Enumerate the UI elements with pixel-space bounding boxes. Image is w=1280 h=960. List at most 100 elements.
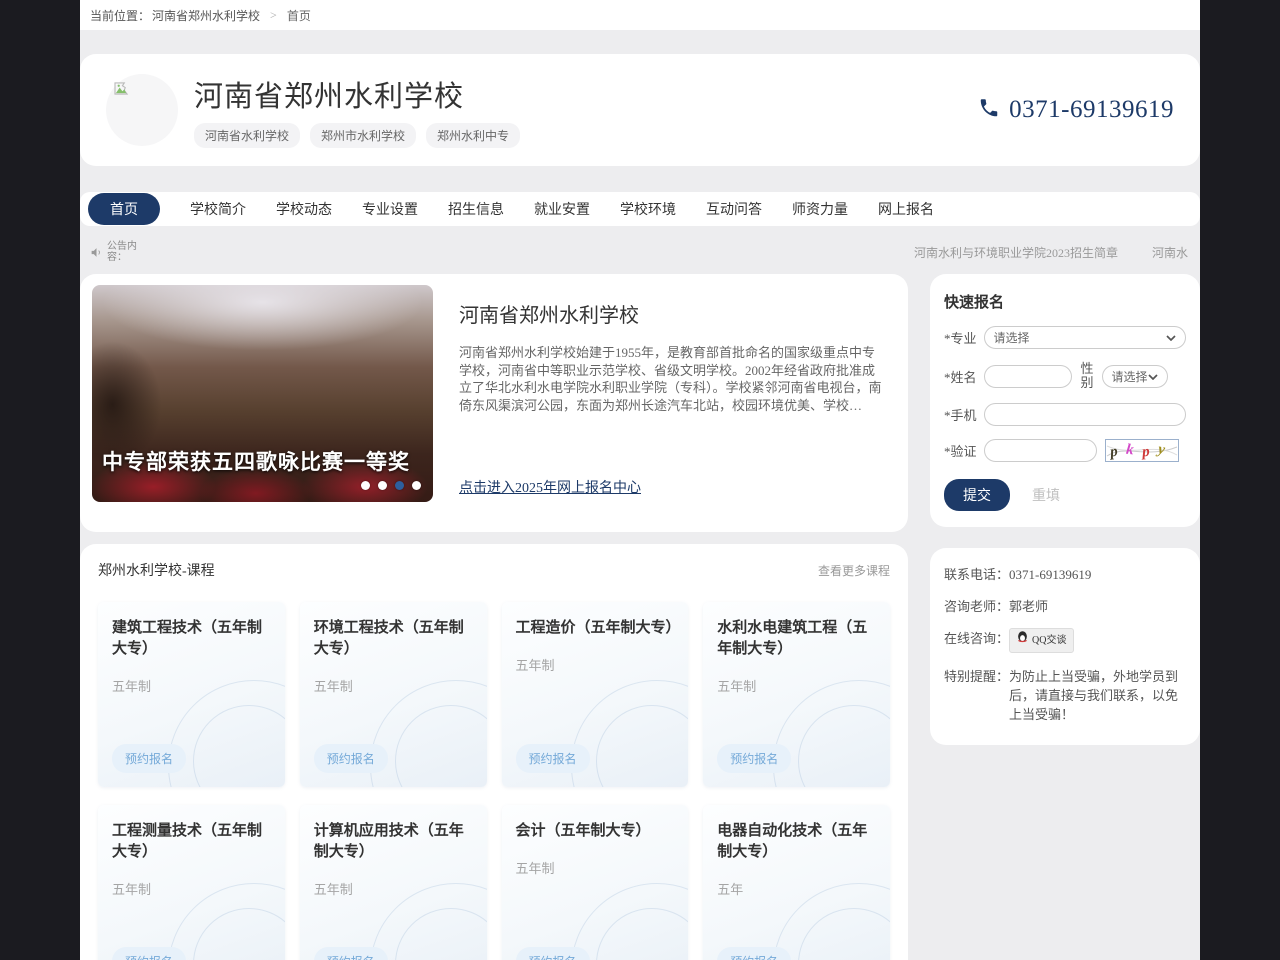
alias-tag: 郑州水利中专 [426,122,521,148]
major-label: *专业 [944,331,977,346]
mobile-input[interactable] [983,403,1186,426]
enroll-button[interactable]: 预约报名 [717,744,792,773]
gender-select[interactable]: 请选择 [1101,364,1168,388]
captcha-label: *验证 [944,444,977,459]
gender-label: 性别 [1080,361,1094,390]
breadcrumb: 当前位置： 河南省郑州水利学校 > 首页 [80,0,1200,30]
carousel-dot[interactable] [378,481,387,490]
announcement-item[interactable]: 河南水利与环境职业学院2023招生简章 [914,244,1118,261]
school-logo [106,74,178,146]
intro-card: 中专部荣获五四歌咏比赛一等奖 河南省郑州水利学校 河南省郑州水利学校始建于195… [80,274,908,532]
chevron-down-icon [1166,330,1176,345]
intro-description: 河南省郑州水利学校始建于1955年，是教育部首批命名的国家级重点中专学校，河南省… [459,345,882,413]
captcha-input[interactable] [983,439,1097,462]
course-title: 水利水电建筑工程（五年制大专） [717,620,868,657]
course-duration: 五年制 [313,882,353,897]
carousel-slide: 中专部荣获五四歌咏比赛一等奖 [92,285,433,502]
qq-chat-button[interactable]: QQ交谈 [1009,628,1075,653]
announcement-marquee: 河南水利与环境职业学院2023招生简章 河南水 [145,244,1190,261]
chevron-down-icon [1147,369,1158,384]
signup-center-link[interactable]: 点击进入2025年网上报名中心 [459,477,641,497]
nav-item-school-news[interactable]: 学校动态 [262,195,346,223]
course-card[interactable]: 工程测量技术（五年制大专） 五年制 预约报名 [98,805,285,960]
course-card[interactable]: 水利水电建筑工程（五年制大专） 五年制 预约报名 [703,602,890,787]
course-duration: 五年制 [112,679,152,694]
carousel-dot[interactable] [412,481,421,490]
page-title: 河南省郑州水利学校 [194,80,465,113]
contact-phone-value: 0371-69139619 [1009,567,1092,582]
nav-item-admissions[interactable]: 招生信息 [434,195,518,223]
course-title: 计算机应用技术（五年制大专） [313,823,464,860]
enroll-button[interactable]: 预约报名 [112,744,187,773]
submit-button[interactable]: 提交 [944,479,1010,511]
course-title: 环境工程技术（五年制大专） [313,620,464,657]
course-card[interactable]: 环境工程技术（五年制大专） 五年制 预约报名 [299,602,487,787]
course-card[interactable]: 电器自动化技术（五年制大专） 五年 预约报名 [703,805,890,960]
qq-icon [1017,631,1028,650]
contact-notice-value: 为防止上当受骗，外地学员到后，请直接与我们联系，以免上当受骗！ [1009,669,1179,722]
announcement-label: 公告内容： [107,241,137,263]
more-courses-link[interactable]: 查看更多课程 [818,562,890,579]
contact-notice-label: 特别提醒： [944,669,1010,684]
header-phone: 0371-69139619 [978,96,1174,124]
nav-item-employment[interactable]: 就业安置 [520,195,604,223]
contact-teacher-value: 郭老师 [1009,599,1049,614]
name-input[interactable] [983,364,1072,388]
enroll-button[interactable]: 预约报名 [112,947,187,960]
main-nav: 首页 学校简介 学校动态 专业设置 招生信息 就业安置 学校环境 互动问答 师资… [80,192,1200,226]
carousel-dot-active[interactable] [395,481,404,490]
phone-number: 0371-69139619 [1009,96,1174,123]
contact-phone-label: 联系电话： [944,567,1010,582]
course-card[interactable]: 计算机应用技术（五年制大专） 五年制 预约报名 [299,805,487,960]
course-duration: 五年制 [717,679,757,694]
quick-signup-card: 快速报名 *专业 请选择 *姓名 性别 请选择 *手机 *验证 p k p y … [930,274,1200,527]
nav-item-home[interactable]: 首页 [88,193,160,225]
contact-online-label: 在线咨询： [944,631,1010,646]
enroll-button[interactable]: 预约报名 [717,947,792,960]
contact-card: 联系电话： 0371-69139619 咨询老师： 郭老师 在线咨询： QQ交谈… [930,548,1200,745]
breadcrumb-prefix: 当前位置： [90,8,151,23]
nav-item-online-signup[interactable]: 网上报名 [864,195,948,223]
major-select[interactable]: 请选择 [983,326,1186,349]
course-duration: 五年制 [515,861,555,876]
school-alias-tags: 河南省水利学校 郑州市水利学校 郑州水利中专 [194,122,521,148]
carousel-dots [361,481,421,490]
carousel-dot[interactable] [361,481,370,490]
nav-item-faculty[interactable]: 师资力量 [778,195,862,223]
slide-caption: 中专部荣获五四歌咏比赛一等奖 [102,450,410,474]
reset-button[interactable]: 重填 [1026,484,1066,506]
breadcrumb-separator: > [270,7,277,22]
enroll-button[interactable]: 预约报名 [515,744,590,773]
quick-signup-title: 快速报名 [944,295,1005,311]
captcha-image[interactable]: p k p y [1104,439,1179,462]
course-card[interactable]: 会计（五年制大专） 五年制 预约报名 [501,805,689,960]
course-title: 工程造价（五年制大专） [515,620,681,636]
mobile-label: *手机 [944,408,977,423]
courses-section: 郑州水利学校-课程 查看更多课程 建筑工程技术（五年制大专） 五年制 预约报名 … [80,544,908,960]
enroll-button[interactable]: 预约报名 [313,744,388,773]
nav-item-majors[interactable]: 专业设置 [348,195,432,223]
nav-item-school-intro[interactable]: 学校简介 [176,195,260,223]
course-card[interactable]: 工程造价（五年制大专） 五年制 预约报名 [501,602,689,787]
course-card[interactable]: 建筑工程技术（五年制大专） 五年制 预约报名 [98,602,285,787]
breadcrumb-current[interactable]: 首页 [287,7,311,24]
announcement-bar: 公告内容： 河南水利与环境职业学院2023招生简章 河南水 [80,238,1200,266]
course-title: 会计（五年制大专） [515,823,651,839]
course-duration: 五年 [717,882,744,897]
breadcrumb-site-link[interactable]: 河南省郑州水利学校 [152,7,260,24]
speaker-icon [90,246,103,259]
announcement-item[interactable]: 河南水 [1152,244,1188,261]
site-header: 河南省郑州水利学校 河南省水利学校 郑州市水利学校 郑州水利中专 0371-69… [80,54,1200,166]
course-grid: 建筑工程技术（五年制大专） 五年制 预约报名 环境工程技术（五年制大专） 五年制… [98,602,890,960]
course-title: 电器自动化技术（五年制大专） [717,823,868,860]
nav-item-campus[interactable]: 学校环境 [606,195,690,223]
enroll-button[interactable]: 预约报名 [515,947,590,960]
courses-heading: 郑州水利学校-课程 [98,564,215,579]
course-duration: 五年制 [112,882,152,897]
enroll-button[interactable]: 预约报名 [313,947,388,960]
course-duration: 五年制 [313,679,353,694]
nav-item-qa[interactable]: 互动问答 [692,195,776,223]
qq-badge-label: QQ交谈 [1032,635,1067,646]
course-duration: 五年制 [515,658,555,673]
alias-tag: 郑州市水利学校 [310,122,417,148]
